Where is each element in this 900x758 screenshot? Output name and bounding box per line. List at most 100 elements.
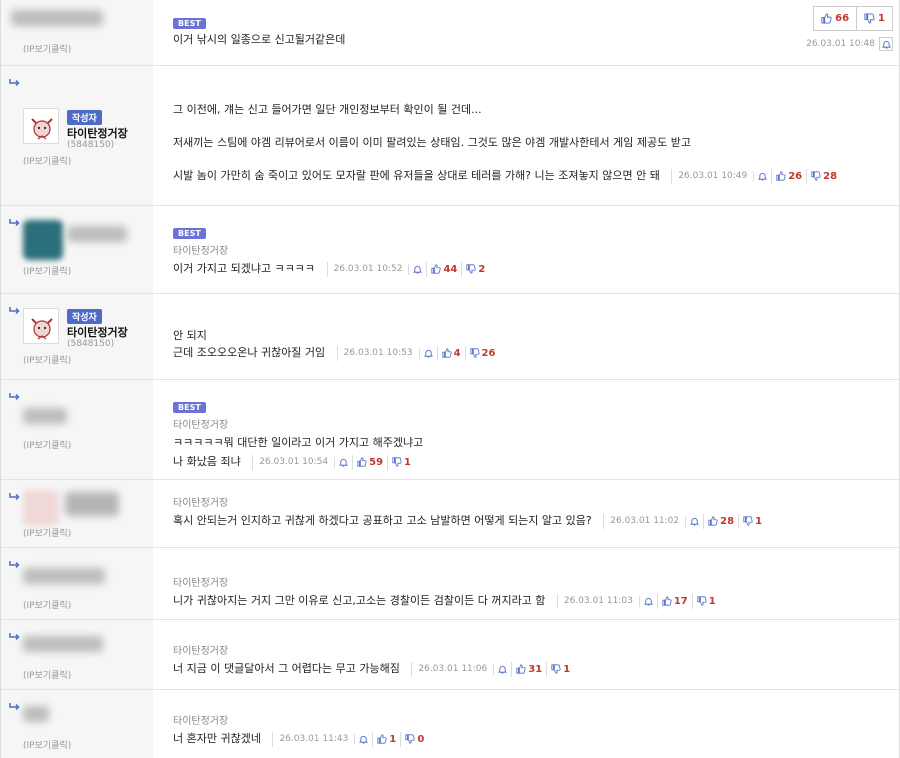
author-nickname-blurred[interactable] (23, 408, 67, 424)
upvote-button[interactable]: 1 (372, 731, 400, 747)
downvote-button[interactable]: 2 (461, 261, 489, 277)
upvote-button[interactable]: 31 (511, 661, 546, 677)
avatar[interactable] (23, 108, 59, 144)
comment-meta: 26.03.01 11:02 28 1 (601, 513, 766, 529)
thumbs-down-icon (466, 264, 476, 274)
thumbs-up-icon (708, 516, 718, 526)
avatar[interactable] (23, 308, 59, 344)
downvote-button[interactable]: 1 (856, 7, 892, 30)
comment-text: 이거 가지고 되겠냐고 ㅋㅋㅋㅋ (173, 262, 316, 275)
avatar-blurred[interactable] (23, 220, 63, 260)
comment-line: 너 혼자만 귀찮겠네 26.03.01 11:43 1 0 (173, 731, 889, 747)
comment-body: 타이탄정거장 너 지금 이 댓글달아서 그 어렵다는 무고 가능해짐 26.03… (153, 620, 899, 689)
thumbs-down-icon (469, 348, 480, 358)
report-bell-button[interactable] (354, 733, 372, 745)
comment-row: 작성자 타이탄정거장 (5848150) (IP보기클릭) 안 되지 근데 조오… (1, 294, 899, 380)
downvote-button[interactable]: 28 (806, 168, 841, 184)
downvote-button[interactable]: 1 (387, 454, 415, 470)
upvote-button[interactable]: 26 (771, 168, 806, 184)
ip-view-link[interactable]: (IP보기클릭) (23, 598, 71, 611)
bell-icon (423, 349, 433, 358)
ip-view-link[interactable]: (IP보기클릭) (23, 353, 71, 366)
upvote-button[interactable]: 4 (436, 345, 465, 361)
ip-view-link[interactable]: (IP보기클릭) (23, 264, 71, 277)
bell-icon (413, 265, 423, 274)
report-bell-button[interactable] (334, 456, 352, 468)
report-bell-button[interactable] (493, 663, 511, 675)
comment-line: 혹시 안되는거 인지하고 귀찮게 하겠다고 공표하고 고소 남발하면 어떻게 되… (173, 513, 889, 529)
author-nickname-blurred[interactable] (23, 636, 103, 652)
downvote-button[interactable]: 1 (691, 593, 720, 609)
downvote-button[interactable]: 1 (738, 513, 766, 529)
upvote-button[interactable]: 66 (814, 7, 856, 30)
report-bell-button[interactable] (638, 595, 657, 607)
ip-view-link[interactable]: (IP보기클릭) (23, 154, 71, 167)
author-nickname-blurred[interactable] (23, 706, 49, 722)
comment-meta: 26.03.01 11:06 31 1 (409, 661, 574, 677)
upvote-count: 26 (788, 170, 803, 182)
bell-icon (881, 40, 891, 49)
reply-arrow-icon (9, 561, 20, 569)
ip-view-link[interactable]: (IP보기클릭) (23, 526, 71, 539)
reply-target-name: 타이탄정거장 (173, 420, 229, 431)
comment-meta: 26.03.01 10:52 44 2 (325, 261, 490, 277)
comment-row: (IP보기클릭) BEST 이거 낚시의 일종으로 신고될거같은데 66 1 2… (1, 0, 899, 66)
report-bell-button[interactable] (879, 37, 893, 51)
downvote-button[interactable]: 26 (464, 345, 500, 361)
avatar-blurred[interactable] (23, 490, 59, 526)
comment-author-area: (IP보기클릭) (1, 480, 153, 547)
upvote-count: 59 (369, 456, 384, 468)
upvote-button[interactable]: 28 (703, 513, 738, 529)
downvote-button[interactable]: 0 (400, 731, 428, 747)
author-nickname-blurred[interactable] (67, 226, 127, 242)
comment-author-area: 작성자 타이탄정거장 (5848150) (IP보기클릭) (1, 66, 153, 205)
comment-body: 타이탄정거장 니가 귀찮아지는 거지 그만 이유로 신고,고소는 경찰이든 검찰… (153, 548, 899, 619)
report-bell-button[interactable] (685, 515, 703, 527)
downvote-count: 1 (878, 13, 885, 24)
ip-view-link[interactable]: (IP보기클릭) (23, 738, 71, 751)
downvote-count: 2 (478, 263, 486, 275)
upvote-button[interactable]: 17 (656, 593, 692, 609)
downvote-count: 26 (481, 347, 496, 359)
comment-row: (IP보기클릭) 타이탄정거장 너 혼자만 귀찮겠네 26.03.01 11:4… (1, 690, 899, 758)
report-bell-button[interactable] (418, 347, 437, 359)
comment-meta: 26.03.01 10:49 26 28 (669, 168, 841, 184)
vote-box: 66 1 (813, 6, 893, 31)
bell-icon (359, 735, 369, 744)
comment-row: (IP보기클릭) 타이탄정거장 너 지금 이 댓글달아서 그 어렵다는 무고 가… (1, 620, 899, 690)
author-nickname[interactable]: 타이탄정거장 (67, 324, 128, 340)
comment-row: (IP보기클릭) 타이탄정거장 니가 귀찮아지는 거지 그만 이유로 신고,고소… (1, 548, 899, 620)
ip-view-link[interactable]: (IP보기클릭) (23, 668, 71, 681)
comment-body: 안 되지 근데 조오오오온나 귀찮아질 거임 26.03.01 10:53 4 … (153, 294, 899, 379)
upvote-button[interactable]: 44 (426, 261, 461, 277)
comment-meta: 26.03.01 11:43 1 0 (270, 731, 428, 747)
upvote-count: 31 (528, 663, 543, 675)
report-bell-button[interactable] (753, 170, 771, 182)
comment-date: 26.03.01 10:49 (671, 168, 753, 184)
author-nickname-blurred[interactable] (23, 568, 105, 584)
comment-text: 니가 귀찮아지는 거지 그만 이유로 신고,고소는 경찰이든 검찰이든 다 꺼지… (173, 594, 546, 607)
report-bell-button[interactable] (408, 263, 426, 275)
comment-text: 너 혼자만 귀찮겠네 (173, 732, 261, 745)
comment-paragraph: 그 이전에, 걔는 신고 들어가면 일단 개인정보부터 확인이 될 건데... (173, 103, 482, 116)
author-nickname-blurred[interactable] (11, 10, 103, 26)
ip-view-link[interactable]: (IP보기클릭) (23, 42, 71, 55)
best-badge: BEST (173, 402, 206, 413)
comment-body: 그 이전에, 걔는 신고 들어가면 일단 개인정보부터 확인이 될 건데... … (153, 66, 899, 205)
comment-date: 26.03.01 10:54 (252, 454, 334, 470)
bell-icon (643, 597, 653, 606)
upvote-button[interactable]: 59 (352, 454, 387, 470)
author-nickname[interactable]: 타이탄정거장 (67, 125, 128, 141)
downvote-button[interactable]: 1 (546, 661, 574, 677)
comment-body: 타이탄정거장 혹시 안되는거 인지하고 귀찮게 하겠다고 공표하고 고소 남발하… (153, 480, 899, 547)
reply-arrow-icon (9, 307, 20, 315)
upvote-count: 44 (443, 263, 458, 275)
author-nickname-blurred[interactable] (65, 492, 119, 516)
reply-target-name: 타이탄정거장 (173, 646, 229, 657)
comment-row: (IP보기클릭) BEST 타이탄정거장 ㅋㅋㅋㅋㅋ뭐 대단한 일이라고 이거 … (1, 380, 899, 480)
ip-view-link[interactable]: (IP보기클릭) (23, 438, 71, 451)
downvote-count: 1 (708, 595, 716, 607)
author-badge: 작성자 (67, 110, 102, 125)
thumbs-down-icon (743, 516, 753, 526)
comment-row: 작성자 타이탄정거장 (5848150) (IP보기클릭) 그 이전에, 걔는 … (1, 66, 899, 206)
